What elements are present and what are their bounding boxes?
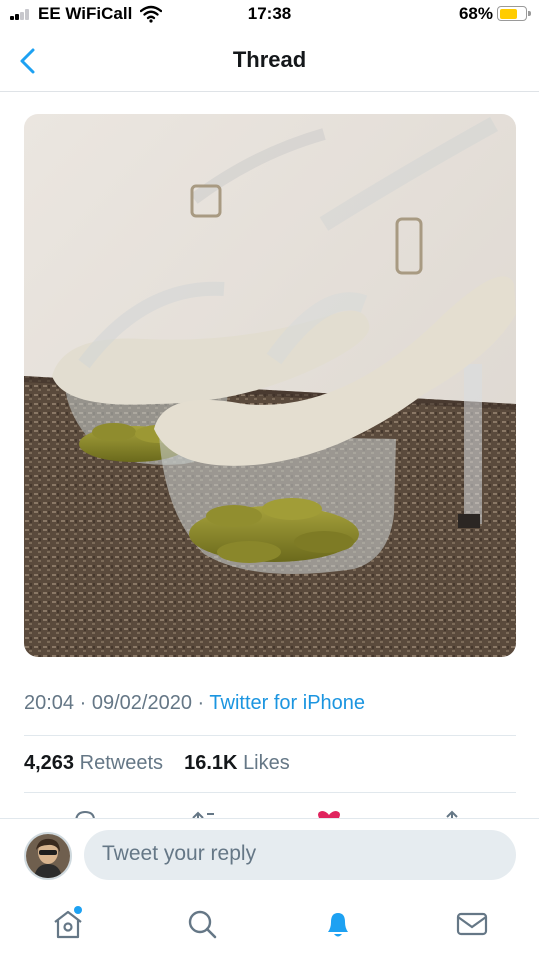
tweet-stats: 4,263 Retweets 16.1K Likes	[24, 752, 290, 775]
share-icon[interactable]	[440, 810, 464, 818]
search-icon	[188, 910, 217, 939]
tweet-date: 09/02/2020	[91, 692, 192, 714]
tab-notifications[interactable]	[320, 906, 356, 942]
like-icon[interactable]	[315, 810, 343, 818]
retweets-count: 4,263	[24, 752, 75, 774]
battery-percentage: 68%	[458, 4, 493, 23]
divider	[24, 792, 516, 793]
meta-separator: ·	[79, 692, 87, 714]
avatar[interactable]	[24, 832, 72, 880]
tweet-timestamp: 20:04 · 09/02/2020 · Twitter for iPhone	[24, 692, 365, 715]
messages-icon	[456, 912, 488, 936]
reply-input[interactable]: Tweet your reply	[84, 830, 516, 880]
retweets-label: Retweets	[79, 752, 163, 774]
reply-icon[interactable]	[72, 810, 98, 818]
likes-stat[interactable]: 16.1K Likes	[184, 752, 290, 774]
tab-messages[interactable]	[454, 906, 490, 942]
reply-bar: Tweet your reply	[0, 818, 539, 892]
battery-icon	[497, 6, 531, 21]
tweet-photo[interactable]	[24, 114, 516, 657]
tab-home[interactable]	[50, 906, 86, 942]
tweet-actions	[0, 810, 539, 818]
retweets-stat[interactable]: 4,263 Retweets	[24, 752, 169, 774]
new-content-indicator	[74, 906, 82, 914]
meta-separator: ·	[197, 692, 205, 714]
tab-bar	[0, 892, 539, 960]
tab-search[interactable]	[184, 906, 220, 942]
likes-count: 16.1K	[184, 752, 238, 774]
status-bar: EE WiFiCall 17:38 68%	[0, 0, 539, 30]
tweet-time: 20:04	[24, 692, 75, 714]
likes-label: Likes	[243, 752, 290, 774]
page-title: Thread	[232, 47, 307, 72]
tweet-source-link[interactable]: Twitter for iPhone	[209, 692, 365, 714]
divider	[24, 735, 516, 736]
retweet-icon[interactable]	[190, 810, 220, 818]
notifications-icon	[328, 913, 348, 937]
navigation-bar: Thread	[0, 30, 539, 92]
